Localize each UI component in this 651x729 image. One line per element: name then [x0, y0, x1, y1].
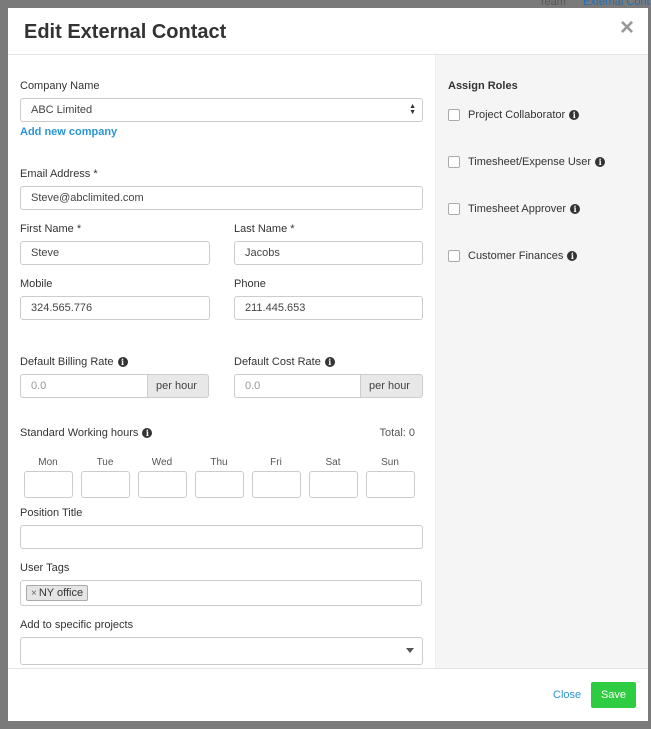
hours-input-thu[interactable] [195, 471, 244, 498]
info-icon[interactable]: i [117, 357, 128, 368]
day-label-sat: Sat [325, 457, 341, 468]
mobile-label: Mobile [20, 278, 53, 290]
company-select-value: ABC Limited [31, 104, 93, 116]
save-button[interactable]: Save [591, 682, 636, 708]
user-tags-label: User Tags [20, 562, 70, 574]
modal-header: Edit External Contact × [8, 8, 648, 55]
roles-heading: Assign Roles [448, 80, 518, 92]
role-customer-finances[interactable]: Customer Finances i [448, 250, 578, 263]
checkbox[interactable] [448, 203, 460, 216]
email-label: Email Address * [20, 168, 98, 180]
user-tags-field[interactable]: × NY office [20, 580, 422, 606]
working-hours-label-text: Standard Working hours [20, 427, 139, 439]
company-label: Company Name [20, 80, 100, 92]
role-label: Customer Finances [468, 250, 564, 262]
day-label-sun: Sun [381, 457, 399, 468]
cost-rate-field[interactable]: 0.0 [234, 374, 361, 398]
close-button[interactable]: Close [553, 689, 581, 701]
cost-rate-label: Default Cost Rate i [234, 356, 335, 368]
hours-input-mon[interactable] [24, 471, 73, 498]
email-field[interactable]: Steve@abclimited.com [20, 186, 423, 210]
day-label-wed: Wed [151, 457, 173, 468]
info-icon[interactable]: i [142, 428, 153, 439]
remove-tag-icon[interactable]: × [31, 588, 37, 599]
modal-footer: Close Save [8, 668, 648, 721]
close-icon[interactable]: × [620, 16, 634, 40]
mobile-field[interactable]: 324.565.776 [20, 296, 210, 320]
info-icon[interactable]: i [324, 357, 335, 368]
hours-input-fri[interactable] [252, 471, 301, 498]
first-name-field[interactable]: Steve [20, 241, 210, 265]
position-title-field[interactable] [20, 525, 423, 549]
info-icon[interactable]: i [595, 157, 606, 168]
chevron-updown-icon: ▲ ▼ [409, 103, 416, 116]
role-timesheet-approver[interactable]: Timesheet Approver i [448, 203, 581, 216]
checkbox[interactable] [448, 109, 460, 122]
phone-label: Phone [234, 278, 266, 290]
day-label-thu: Thu [210, 457, 228, 468]
working-hours-label: Standard Working hours i [20, 427, 153, 439]
info-icon[interactable]: i [569, 110, 580, 121]
hours-input-sun[interactable] [366, 471, 415, 498]
caret-down-icon [406, 648, 414, 653]
hours-input-tue[interactable] [81, 471, 130, 498]
billing-rate-field[interactable]: 0.0 [20, 374, 148, 398]
role-project-collaborator[interactable]: Project Collaborator i [448, 109, 580, 122]
role-timesheet-expense-user[interactable]: Timesheet/Expense User i [448, 156, 606, 169]
day-label-tue: Tue [96, 457, 114, 468]
info-icon[interactable]: i [567, 251, 578, 262]
billing-rate-label: Default Billing Rate i [20, 356, 128, 368]
day-label-fri: Fri [270, 457, 282, 468]
hours-input-wed[interactable] [138, 471, 187, 498]
modal-title: Edit External Contact [24, 21, 227, 43]
contact-form: Company Name ABC Limited ▲ ▼ Add new comp… [8, 55, 435, 668]
projects-select[interactable] [20, 637, 423, 665]
role-label: Project Collaborator [468, 109, 566, 121]
billing-rate-label-text: Default Billing Rate [20, 356, 114, 368]
checkbox[interactable] [448, 250, 460, 263]
background-tab-team: Team [539, 0, 566, 8]
checkbox[interactable] [448, 156, 460, 169]
last-name-label: Last Name * [234, 223, 295, 235]
working-hours-total: Total: 0 [379, 427, 415, 439]
phone-field[interactable]: 211.445.653 [234, 296, 423, 320]
day-label-mon: Mon [38, 457, 58, 468]
hours-input-sat[interactable] [309, 471, 358, 498]
role-label: Timesheet/Expense User [468, 156, 592, 168]
edit-contact-modal: Edit External Contact × Company Name ABC… [8, 8, 648, 721]
cost-rate-label-text: Default Cost Rate [234, 356, 321, 368]
add-new-company-link[interactable]: Add new company [20, 126, 117, 138]
roles-panel: Assign Roles Project Collaborator i Times… [435, 55, 648, 668]
company-select[interactable]: ABC Limited ▲ ▼ [20, 98, 423, 122]
role-label: Timesheet Approver [468, 203, 567, 215]
cost-rate-unit: per hour [361, 374, 423, 398]
first-name-label: First Name * [20, 223, 82, 235]
billing-rate-unit: per hour [148, 374, 209, 398]
tag-chip-label: NY office [38, 587, 84, 599]
position-title-label: Position Title [20, 507, 83, 519]
projects-label: Add to specific projects [20, 619, 134, 631]
tag-chip: × NY office [26, 585, 89, 601]
last-name-field[interactable]: Jacobs [234, 241, 423, 265]
info-icon[interactable]: i [570, 204, 581, 215]
background-tab-external-contacts: External Cont [583, 0, 650, 8]
